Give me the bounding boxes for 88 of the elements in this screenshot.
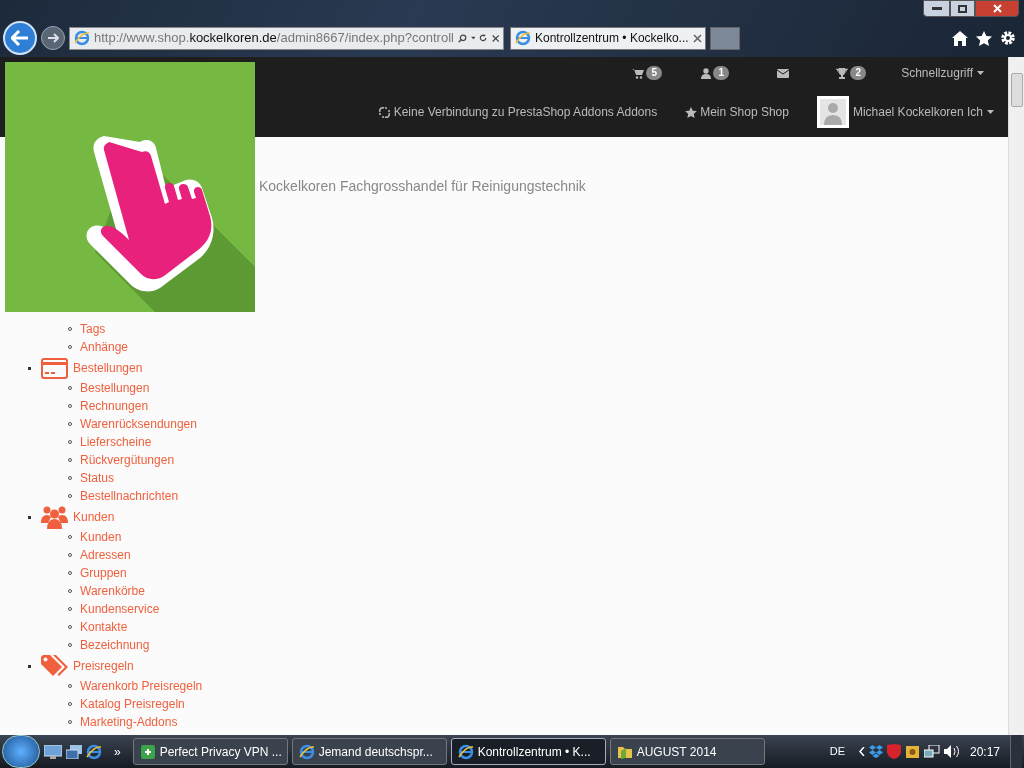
my-shop-link[interactable]: Mein Shop Shop bbox=[685, 103, 789, 121]
star-icon[interactable] bbox=[976, 30, 992, 46]
url-text: http://www.shop.kockelkoren.de/admin8667/index.php?controll bbox=[94, 29, 454, 48]
restore-button[interactable] bbox=[950, 0, 975, 17]
forward-button[interactable] bbox=[41, 26, 65, 50]
bullet bbox=[28, 515, 31, 519]
close-button[interactable] bbox=[975, 0, 1019, 17]
user-icon bbox=[701, 67, 712, 79]
browser-icon bbox=[457, 743, 474, 760]
avatar-icon bbox=[816, 96, 849, 128]
back-arrow-icon bbox=[11, 30, 29, 46]
site-icon bbox=[74, 30, 90, 46]
count-badge: 5 bbox=[646, 66, 662, 80]
close-tab-icon[interactable] bbox=[692, 33, 702, 43]
menu-item[interactable]: Adressen bbox=[80, 546, 131, 564]
scrollbar[interactable] bbox=[1008, 57, 1024, 735]
quick-access-menu[interactable]: Schnellzugriff bbox=[901, 64, 984, 82]
caret-icon bbox=[987, 110, 994, 114]
site-icon bbox=[515, 30, 531, 46]
volume-icon[interactable] bbox=[943, 745, 960, 758]
chevron-icon[interactable] bbox=[858, 747, 865, 756]
menu-section[interactable]: Kunden bbox=[73, 508, 115, 526]
tags-icon bbox=[41, 655, 68, 677]
menu-item[interactable]: Kontakte bbox=[80, 618, 128, 636]
menu-item[interactable]: Warenkorb Preisregeln bbox=[80, 677, 203, 695]
home-icon[interactable] bbox=[952, 30, 968, 46]
menu-item[interactable]: Tags bbox=[80, 320, 106, 338]
menu-item[interactable]: Kunden bbox=[80, 528, 122, 546]
notification-button[interactable]: 2 bbox=[817, 66, 886, 80]
address-bar[interactable]: http://www.shop.kockelkoren.de/admin8667/index.php?controll bbox=[69, 26, 504, 50]
network-icon[interactable] bbox=[923, 744, 940, 759]
menu-item[interactable]: Marketing-Addons bbox=[80, 713, 178, 731]
employee-menu[interactable]: Michael Kockelkoren Ich bbox=[816, 96, 994, 128]
refresh-icon[interactable] bbox=[479, 32, 488, 44]
shop-name: Kockelkoren Fachgrosshandel für Reinigungstechnik bbox=[259, 177, 587, 196]
tab-title: Kontrollzentrum • Kockelko... bbox=[535, 30, 689, 47]
menu-section[interactable]: Bestellungen bbox=[73, 359, 143, 377]
new-tab-button[interactable] bbox=[710, 26, 740, 50]
tray-icon[interactable] bbox=[904, 744, 920, 759]
language-indicator[interactable]: DE bbox=[829, 743, 845, 760]
users-icon bbox=[41, 505, 68, 529]
menu-item[interactable]: Warenrücksendungen bbox=[80, 415, 197, 433]
overflow-chevron[interactable]: » bbox=[114, 742, 121, 761]
taskbar-button[interactable]: AUGUST 2014 bbox=[609, 738, 765, 765]
addons-status[interactable]: Keine Verbindung zu PrestaShop Addons Addons bbox=[393, 103, 658, 121]
menu-item[interactable]: Warenkörbe bbox=[80, 582, 145, 600]
notification-button[interactable]: 1 bbox=[681, 66, 750, 80]
menu-item[interactable]: Katalog Preisregeln bbox=[80, 695, 185, 713]
menu-item[interactable]: Lieferscheine bbox=[80, 433, 152, 451]
taskbar-button[interactable]: Jemand deutschspr... bbox=[291, 738, 447, 765]
stop-icon[interactable] bbox=[491, 32, 499, 44]
back-button[interactable] bbox=[3, 21, 37, 55]
taskbar-button[interactable]: Kontrollzentrum • K... bbox=[450, 738, 606, 765]
cart-icon bbox=[632, 67, 645, 79]
start-button[interactable] bbox=[2, 735, 40, 768]
taskbar-button[interactable]: Perfect Privacy VPN ... bbox=[132, 738, 288, 765]
menu-item[interactable]: Anhänge bbox=[80, 338, 129, 356]
count-badge: 2 bbox=[850, 66, 866, 80]
menu-item[interactable]: Kundenservice bbox=[80, 600, 160, 618]
desktop-icon[interactable] bbox=[44, 744, 62, 759]
window-switch-icon[interactable] bbox=[66, 744, 82, 759]
browser-icon bbox=[298, 743, 315, 760]
count-badge: 1 bbox=[713, 66, 729, 80]
menu-item[interactable]: Bestellnachrichten bbox=[80, 487, 179, 505]
menu-item[interactable]: Rückvergütungen bbox=[80, 451, 175, 469]
minimize-button[interactable] bbox=[923, 0, 950, 17]
bullet bbox=[28, 366, 31, 370]
menu-item[interactable]: Bestellungen bbox=[80, 379, 150, 397]
close-icon bbox=[992, 4, 1002, 13]
browser-tab[interactable]: Kontrollzentrum • Kockelko... bbox=[510, 26, 706, 50]
menu-item[interactable]: Rechnungen bbox=[80, 397, 149, 415]
notification-button[interactable]: 5 bbox=[613, 66, 682, 80]
clock[interactable]: 20:17 bbox=[969, 742, 1000, 761]
settings-icon[interactable] bbox=[1000, 30, 1016, 46]
menu-item[interactable]: Gruppen bbox=[80, 564, 127, 582]
caret-icon bbox=[977, 71, 984, 75]
mail-icon bbox=[777, 68, 790, 78]
bullet bbox=[28, 664, 31, 668]
star-icon bbox=[685, 106, 698, 118]
credit-card-icon bbox=[41, 357, 68, 379]
dropbox-icon[interactable] bbox=[868, 745, 883, 758]
menu-item[interactable]: Bezeichnung bbox=[80, 636, 150, 654]
dropdown-icon[interactable] bbox=[470, 36, 476, 40]
browser-icon bbox=[86, 743, 102, 760]
forward-arrow-icon bbox=[47, 33, 59, 43]
trophy-icon bbox=[836, 67, 849, 79]
menu-section[interactable]: Preisregeln bbox=[73, 657, 134, 675]
menu-item[interactable]: Status bbox=[80, 469, 115, 487]
